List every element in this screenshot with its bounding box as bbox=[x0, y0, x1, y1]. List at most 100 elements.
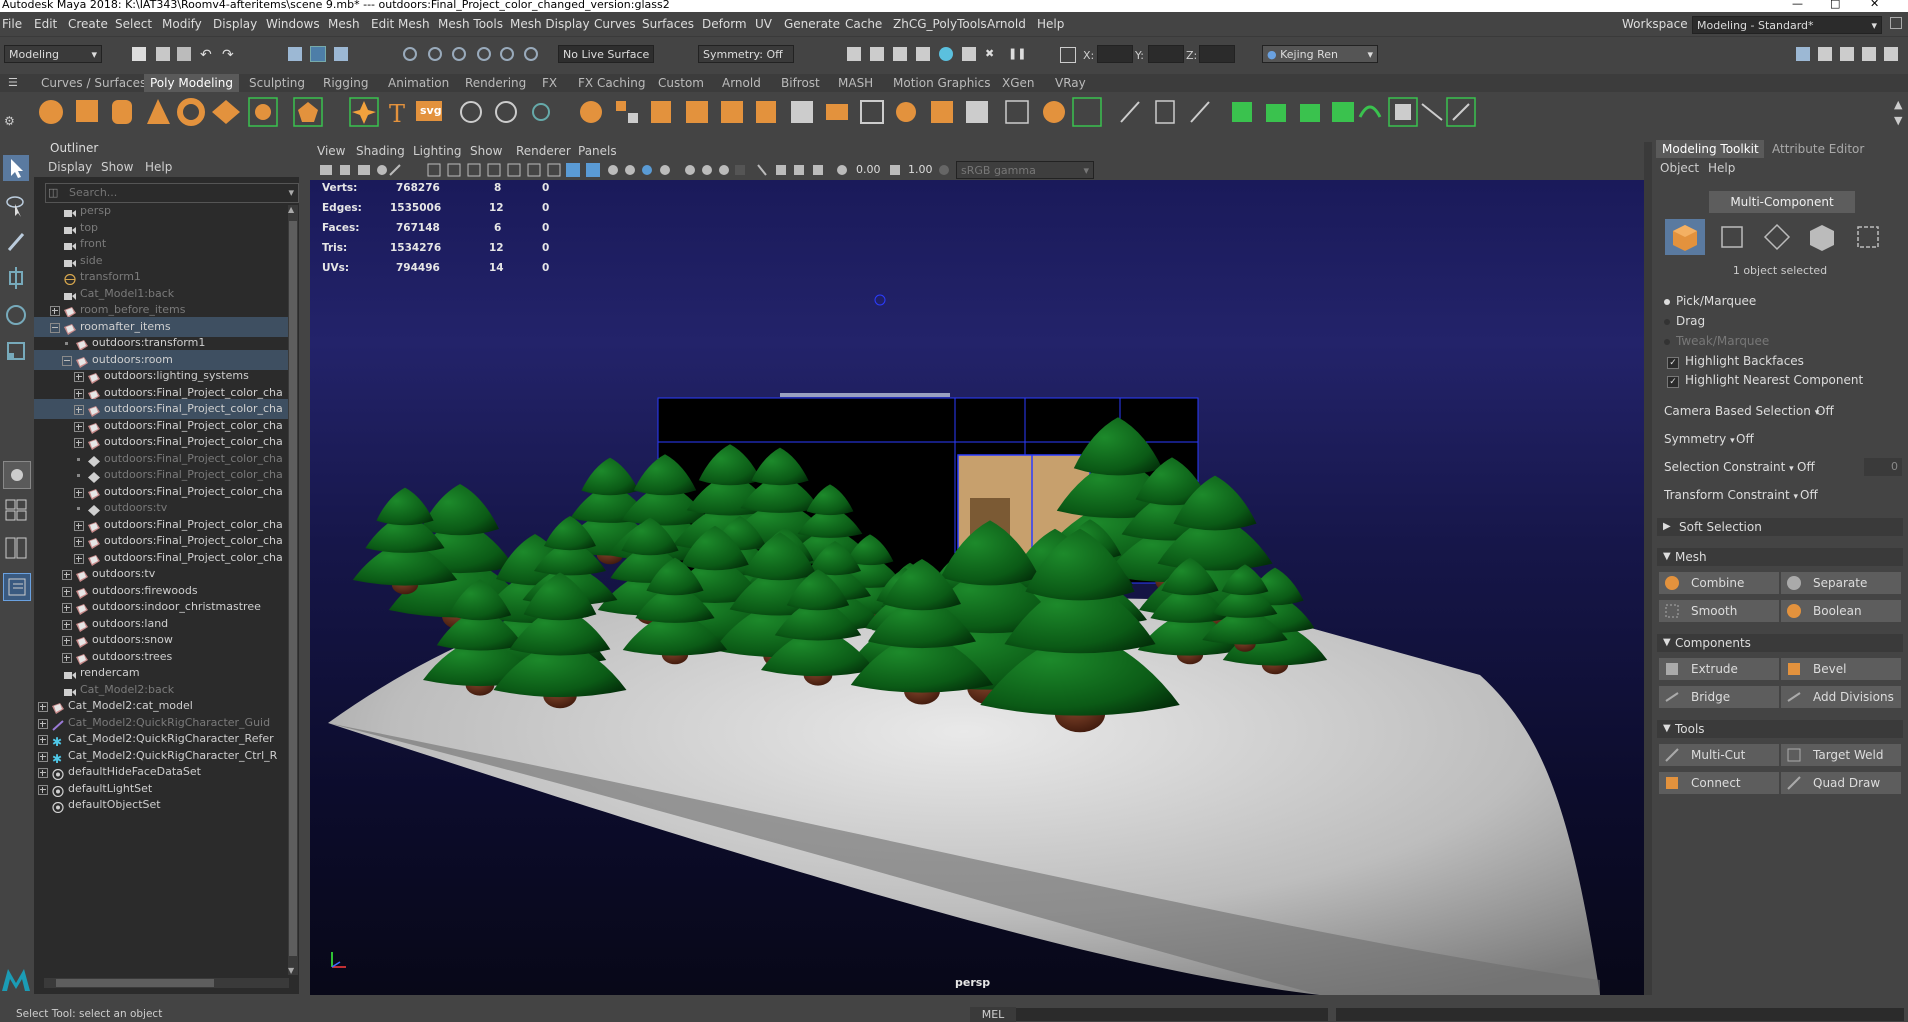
color-space-dropdown[interactable]: sRGB gamma ▾ bbox=[956, 161, 1094, 179]
undo-icon[interactable]: ↶ bbox=[200, 47, 214, 63]
expand-icon[interactable] bbox=[62, 570, 72, 580]
outliner-scroll-thumb[interactable] bbox=[289, 221, 297, 956]
shelf-tab-custom[interactable]: Custom bbox=[658, 76, 704, 90]
layer-editor-icon[interactable] bbox=[1884, 47, 1898, 61]
expand-icon[interactable] bbox=[74, 537, 84, 547]
transform-constraint-row[interactable]: Transform Constraint ▾ bbox=[1664, 488, 1798, 502]
symmetry-dropdown[interactable]: Symmetry: Off bbox=[698, 45, 794, 63]
target-weld-button[interactable]: Target Weld bbox=[1781, 744, 1901, 766]
menu-edit[interactable]: Edit bbox=[34, 17, 57, 31]
panel-splitter[interactable] bbox=[1644, 142, 1652, 995]
menu-select[interactable]: Select bbox=[115, 17, 152, 31]
workspace-dropdown[interactable]: Modeling - Standard* ▾ bbox=[1692, 16, 1882, 34]
bevel-button[interactable]: Bevel bbox=[1781, 658, 1901, 680]
expand-icon[interactable] bbox=[62, 586, 72, 597]
expand-icon[interactable] bbox=[38, 784, 48, 795]
persp-viewport[interactable]: Verts: 768276 8 0 Edges: 1535006 12 0 Fa… bbox=[310, 180, 1644, 995]
menu-mesh-tools[interactable]: Mesh Tools bbox=[438, 17, 503, 31]
menu-display[interactable]: Display bbox=[213, 17, 257, 31]
face-mode-button[interactable] bbox=[1802, 219, 1842, 255]
shelf-tab-arnold[interactable]: Arnold bbox=[722, 76, 761, 90]
snap-plane-icon[interactable] bbox=[477, 47, 491, 61]
shelf-tab-curves-surfaces[interactable]: Curves / Surfaces bbox=[41, 76, 146, 90]
shelf-tab-mash[interactable]: MASH bbox=[838, 76, 873, 90]
pick-marquee-option[interactable]: Pick/Marquee bbox=[1664, 294, 1756, 308]
arnold-render-icon[interactable] bbox=[962, 47, 976, 61]
shelf-tab-vray[interactable]: VRay bbox=[1055, 76, 1086, 90]
collapse-icon[interactable] bbox=[50, 322, 60, 333]
toolkit-menu-help[interactable]: Help bbox=[1708, 161, 1735, 175]
shelf-tab-bifrost[interactable]: Bifrost bbox=[781, 76, 820, 90]
connect-button[interactable]: Connect bbox=[1659, 772, 1779, 794]
select-tool-icon[interactable] bbox=[3, 155, 29, 181]
expand-icon[interactable] bbox=[74, 421, 84, 432]
lasso-tool-icon[interactable] bbox=[3, 192, 29, 218]
tool-settings-icon[interactable] bbox=[1840, 47, 1854, 61]
open-scene-icon[interactable] bbox=[156, 47, 170, 61]
highlight-nearest-checkbox[interactable]: ✓ Highlight Nearest Component bbox=[1667, 373, 1863, 388]
channel-box-icon[interactable] bbox=[1862, 47, 1876, 61]
outliner-row[interactable]: defaultObjectSet bbox=[34, 795, 289, 815]
shelf-tab-rigging[interactable]: Rigging bbox=[323, 76, 368, 90]
side-by-side-layout-icon[interactable] bbox=[3, 535, 29, 561]
pause-icon[interactable]: ❚❚ bbox=[1008, 47, 1026, 61]
expand-icon[interactable] bbox=[38, 751, 48, 762]
select-objects-icon[interactable] bbox=[310, 46, 326, 62]
shelf-menu-icon[interactable]: ☰ bbox=[8, 76, 22, 90]
components-section[interactable]: ▼ Components bbox=[1657, 634, 1903, 652]
smooth-button[interactable]: Smooth bbox=[1659, 600, 1779, 622]
expand-icon[interactable] bbox=[74, 388, 84, 399]
four-view-layout-icon[interactable] bbox=[3, 497, 29, 523]
modeling-toolkit-icon[interactable] bbox=[1796, 47, 1810, 61]
shelf-tab-motion-graphics[interactable]: Motion Graphics bbox=[893, 76, 991, 90]
vertex-mode-button[interactable] bbox=[1712, 219, 1752, 255]
expand-icon[interactable] bbox=[62, 603, 72, 613]
viewport-menu-shading[interactable]: Shading bbox=[356, 144, 405, 158]
outliner-horizontal-scrollbar[interactable] bbox=[44, 978, 289, 988]
lock-icon[interactable] bbox=[1890, 17, 1902, 29]
single-view-layout-icon[interactable] bbox=[3, 461, 31, 489]
expand-icon[interactable] bbox=[38, 702, 48, 712]
z-field[interactable] bbox=[1199, 45, 1235, 63]
gamma-value[interactable]: 1.00 bbox=[908, 163, 933, 176]
menu-windows[interactable]: Windows bbox=[266, 17, 320, 31]
edge-mode-button[interactable] bbox=[1757, 219, 1797, 255]
outliner-search[interactable]: ◫ ▾ bbox=[45, 183, 299, 203]
expand-icon[interactable] bbox=[62, 652, 72, 663]
outliner-menu-display[interactable]: Display bbox=[48, 160, 92, 174]
outliner-vertical-scrollbar[interactable]: ▲ ▼ bbox=[288, 205, 298, 975]
tweak-marquee-option[interactable]: Tweak/Marquee bbox=[1664, 334, 1769, 348]
scroll-up-icon[interactable]: ▲ bbox=[288, 205, 294, 214]
maximize-button[interactable]: □ bbox=[1830, 0, 1840, 10]
live-surface-field[interactable]: No Live Surface bbox=[558, 45, 654, 63]
shelf-scroll-up-icon[interactable]: ▲ bbox=[1894, 98, 1908, 112]
object-mode-button[interactable] bbox=[1665, 219, 1705, 255]
multi-component-button[interactable]: Multi-Component bbox=[1709, 191, 1855, 213]
boolean-button[interactable]: Boolean bbox=[1781, 600, 1901, 622]
shelf-scroll-down-icon[interactable]: ▼ bbox=[1894, 114, 1908, 128]
menu-edit-mesh[interactable]: Edit Mesh bbox=[371, 17, 430, 31]
chevron-down-icon[interactable]: ▾ bbox=[288, 186, 294, 199]
menu-modify[interactable]: Modify bbox=[162, 17, 202, 31]
move-tool-icon[interactable] bbox=[3, 265, 29, 291]
selection-constraint-row[interactable]: Selection Constraint ▾ bbox=[1664, 460, 1794, 474]
bridge-button[interactable]: Bridge bbox=[1659, 686, 1779, 708]
shelf-tab-poly-modeling[interactable]: Poly Modeling bbox=[144, 74, 239, 92]
user-account-dropdown[interactable]: ● Kejing Ren ▾ bbox=[1262, 45, 1378, 63]
transform-icon[interactable] bbox=[1060, 47, 1076, 63]
uv-mode-button[interactable] bbox=[1848, 219, 1888, 255]
menu-help[interactable]: Help bbox=[1037, 17, 1064, 31]
drag-option[interactable]: Drag bbox=[1664, 314, 1705, 328]
menu-mesh-display[interactable]: Mesh Display bbox=[510, 17, 590, 31]
expand-icon[interactable] bbox=[62, 619, 72, 630]
menu-deform[interactable]: Deform bbox=[702, 17, 747, 31]
highlight-backfaces-checkbox[interactable]: ✓ Highlight Backfaces bbox=[1667, 354, 1804, 369]
expand-icon[interactable] bbox=[74, 438, 84, 448]
snap-surface-icon[interactable] bbox=[500, 47, 514, 61]
menu-zhcg-polytools[interactable]: ZhCG_PolyTools bbox=[893, 17, 987, 31]
menu-arnold[interactable]: Arnold bbox=[987, 17, 1026, 31]
shelf-tab-animation[interactable]: Animation bbox=[388, 76, 449, 90]
toolkit-menu-object[interactable]: Object bbox=[1660, 161, 1699, 175]
outliner-search-input[interactable] bbox=[69, 185, 269, 199]
viewport-menu-show[interactable]: Show bbox=[470, 144, 502, 158]
